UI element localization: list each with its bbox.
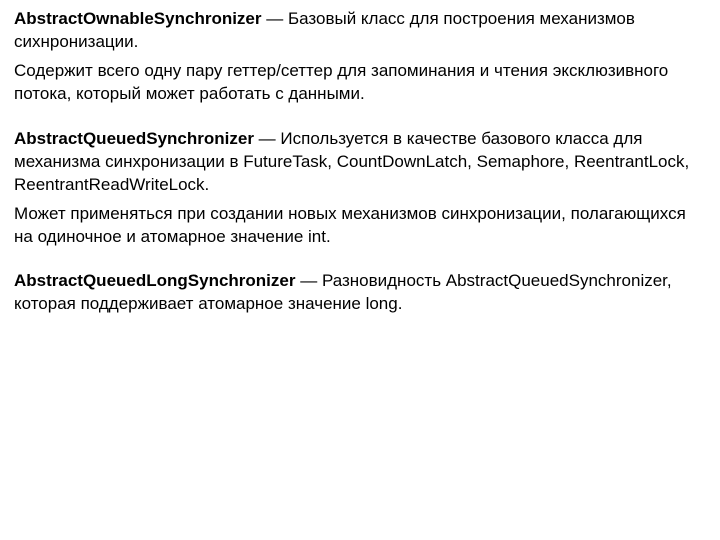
entry-2: AbstractQueuedSynchronizer — Используетс… — [14, 128, 706, 197]
entry-2-title: AbstractQueuedSynchronizer — [14, 129, 254, 148]
entry-2-sep: — — [254, 129, 280, 148]
entry-3-title: AbstractQueuedLongSynchronizer — [14, 271, 295, 290]
entry-2-detail: Может применяться при создании новых мех… — [14, 203, 706, 249]
entry-3-sep: — — [295, 271, 321, 290]
entry-1: AbstractOwnableSynchronizer — Базовый кл… — [14, 8, 706, 54]
entry-1-sep: — — [262, 9, 288, 28]
entry-1-detail: Содержит всего одну пару геттер/сеттер д… — [14, 60, 706, 106]
entry-3: AbstractQueuedLongSynchronizer — Разнови… — [14, 270, 706, 316]
entry-1-title: AbstractOwnableSynchronizer — [14, 9, 262, 28]
content-block: AbstractOwnableSynchronizer — Базовый кл… — [14, 8, 706, 316]
